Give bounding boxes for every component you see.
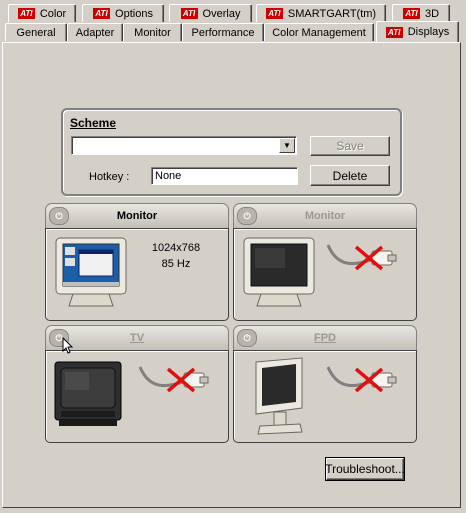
chevron-down-icon[interactable]: ▼ [279,138,295,153]
tab-label: Adapter [75,26,115,39]
resolution-readout: 1024x768 85 Hz [141,240,211,272]
tv-icon [54,361,122,426]
tab-label: Color Management [272,26,366,39]
crt-monitor-icon [55,237,127,307]
tab-displays[interactable]: ATI Displays [376,21,459,42]
tab-label: 3D [424,7,440,20]
tab-general[interactable]: General [5,23,67,41]
tab-label: Overlay [202,7,241,20]
mouse-cursor-icon [62,337,74,354]
tab-options[interactable]: ATI Options [82,4,164,22]
troubleshoot-button[interactable]: Troubleshoot... [325,457,405,481]
tab-overlay[interactable]: ATI Overlay [169,4,252,22]
monitor-secondary-toggle[interactable]: ⏻ Monitor [233,203,417,228]
tab-monitor[interactable]: Monitor [123,23,182,41]
tab-row-bottom: General Adapter Monitor Performance Colo… [0,21,466,42]
power-icon: ⏻ [237,329,257,347]
device-name: TV [129,332,145,344]
device-name: FPD [314,332,336,344]
resolution-text: 1024x768 [151,242,201,254]
tab-adapter[interactable]: Adapter [67,23,123,41]
hotkey-field[interactable]: None [151,167,298,185]
ati-logo-icon: ATI [180,8,198,19]
scheme-dropdown[interactable]: ▼ [71,136,297,155]
delete-button-label: Delete [332,168,368,183]
save-button-label: Save [336,139,364,153]
hotkey-label: Hotkey : [89,171,130,183]
disconnected-cable-icon [138,366,209,393]
tab-label: Monitor [134,26,171,39]
ati-logo-icon: ATI [265,8,283,19]
device-panel-fpd [233,350,417,443]
power-icon: ⏻ [237,207,257,225]
troubleshoot-button-label: Troubleshoot... [325,462,405,476]
tab-label: General [16,26,56,39]
tab-label: Color [39,7,67,20]
tab-color-management[interactable]: Color Management [264,23,374,41]
tab-label: Performance [191,26,255,39]
ati-logo-icon: ATI [93,8,111,19]
disconnected-cable-icon [326,366,397,393]
device-panel-monitor-secondary [233,228,417,321]
tab-performance[interactable]: Performance [182,23,264,41]
tab-label: SMARTGART(tm) [287,7,377,20]
delete-button[interactable]: Delete [310,165,390,186]
fpd-toggle[interactable]: ⏻ FPD [233,325,417,350]
disconnected-cable-icon [326,244,397,271]
device-panel-monitor-primary: 1024x768 85 Hz [45,228,229,321]
tab-smartgart[interactable]: ATI SMARTGART(tm) [256,4,386,22]
device-name: Monitor [304,210,346,222]
tab-label: Displays [407,26,450,38]
ati-logo-icon: ATI [385,26,403,38]
device-panel-tv [45,350,229,443]
device-name: Monitor [116,210,158,222]
ati-logo-icon: ATI [402,8,420,19]
tab-color[interactable]: ATI Color [8,4,76,22]
ati-logo-icon: ATI [17,8,35,19]
scheme-label: Scheme [70,116,117,130]
power-icon: ⏻ [49,207,69,225]
tab-label: Options [115,7,153,20]
monitor-primary-toggle[interactable]: ⏻ Monitor [45,203,229,228]
crt-monitor-icon [243,237,315,307]
scheme-selected-value [72,137,75,149]
tab-3d[interactable]: ATI 3D [392,4,450,22]
flat-panel-icon [255,357,303,435]
save-button[interactable]: Save [310,136,390,156]
refresh-rate-text: 85 Hz [161,258,191,270]
